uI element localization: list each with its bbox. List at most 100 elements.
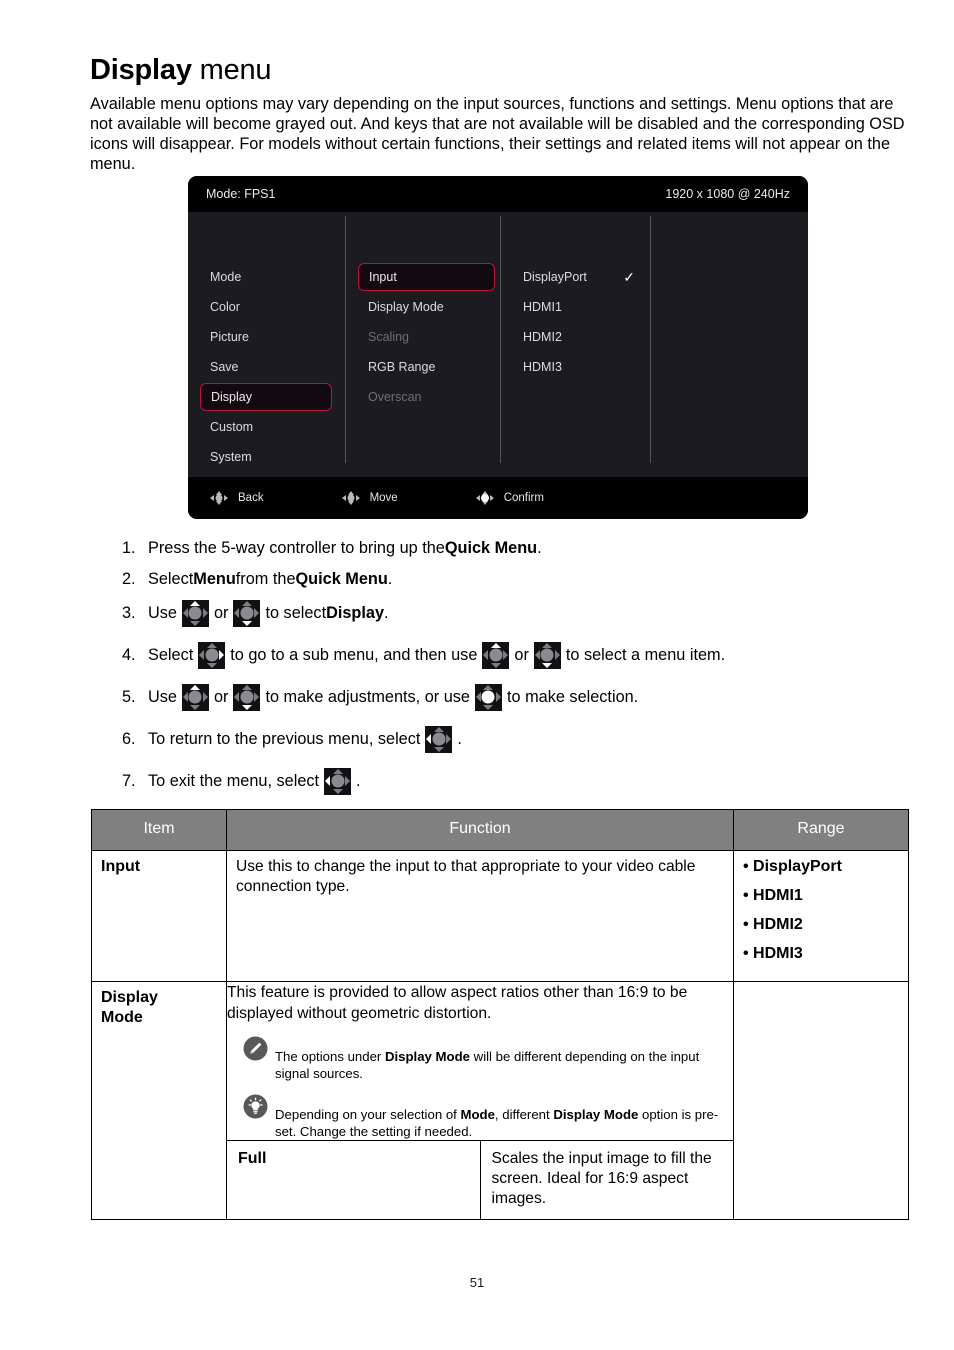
step-2: 2. Select Menu from the Quick Menu.	[122, 567, 912, 591]
lightbulb-tip-icon	[243, 1094, 268, 1119]
controller-left-icon	[324, 767, 352, 795]
controller-up-icon	[482, 641, 510, 669]
osd-menu-item-system[interactable]: System	[210, 444, 252, 470]
step-5-part-2: or	[213, 687, 229, 706]
range-option-hdmi2: HDMI2	[743, 915, 899, 935]
step-1: 1. Press the 5-way controller to bring u…	[122, 536, 912, 560]
step-3-part-0: Use	[148, 603, 177, 622]
osd-option-hdmi1[interactable]: HDMI1	[523, 294, 562, 320]
osd-footer-move-label: Move	[369, 492, 398, 504]
osd-footer-move[interactable]: Move	[341, 491, 398, 505]
row-display-mode-item: Display Mode	[91, 981, 227, 1220]
step-4-part-4: or	[514, 645, 529, 664]
row-display-mode-range	[733, 981, 909, 1220]
step-2-part-0: Select	[148, 569, 194, 588]
step-1-number: 1.	[122, 538, 136, 557]
step-5-part-0: Use	[148, 687, 177, 706]
osd-resolution-label: 1920 x 1080 @ 240Hz	[665, 187, 790, 201]
pencil-note-icon	[243, 1036, 268, 1061]
step-4-number: 4.	[122, 645, 136, 664]
note-lightbulb-part-2: , different	[494, 1107, 554, 1122]
osd-menu-item-color[interactable]: Color	[210, 294, 240, 320]
osd-menu-item-save[interactable]: Save	[210, 354, 239, 380]
page-number: 51	[469, 1275, 485, 1290]
step-3-number: 3.	[122, 603, 136, 622]
step-7-text: To exit the menu, select .	[148, 767, 361, 795]
osd-titlebar: Mode: FPS1 1920 x 1080 @ 240Hz	[188, 176, 808, 212]
controller-down-icon	[233, 599, 261, 627]
step-1-text: Press the 5-way controller to bring up t…	[148, 538, 542, 559]
display-mode-subrow-full: Full Scales the input image to fill the …	[227, 1140, 733, 1219]
osd-footer-back[interactable]: Back	[210, 491, 264, 505]
note-pencil-text: The options under Display Mode will be d…	[275, 1038, 733, 1082]
osd-option-hdmi2[interactable]: HDMI2	[523, 324, 562, 350]
osd-submenu-item-display-mode[interactable]: Display Mode	[368, 294, 444, 320]
osd-screenshot: Mode: FPS1 1920 x 1080 @ 240Hz Mode Colo…	[188, 176, 808, 519]
osd-footer-confirm[interactable]: Confirm	[475, 491, 544, 505]
step-5-part-4: to make adjustments, or use	[265, 687, 470, 706]
osd-menu-item-mode[interactable]: Mode	[210, 264, 241, 290]
osd-submenu-item-input-label: Input	[369, 270, 397, 284]
step-7: 7. To exit the menu, select .	[122, 766, 912, 796]
step-4-text: Select to go to a sub menu, and then use…	[148, 641, 725, 669]
range-option-displayport: DisplayPort	[743, 857, 899, 877]
osd-menu-item-display-selected[interactable]: Display	[200, 383, 332, 411]
step-6: 6. To return to the previous menu, selec…	[122, 724, 912, 754]
table-header-item: Item	[91, 809, 227, 851]
five-way-controller-press-icon	[475, 491, 494, 505]
range-option-hdmi3: HDMI3	[743, 944, 899, 964]
step-3-part-2: or	[213, 603, 229, 622]
row-display-mode-function: This feature is provided to allow aspect…	[227, 984, 688, 1022]
row-display-mode-function-cell: This feature is provided to allow aspect…	[226, 981, 734, 1220]
controller-right-icon	[198, 641, 226, 669]
step-5-part-6: to make selection.	[506, 687, 639, 706]
page-title-normal: menu	[191, 54, 272, 87]
step-3-text: Use or to select Display.	[148, 599, 389, 627]
note-pencil-part-0: The options under	[275, 1049, 385, 1064]
osd-mode-label: Mode: FPS1	[206, 187, 276, 201]
display-mode-description-cell: This feature is provided to allow aspect…	[227, 982, 733, 1141]
note-pencil: The options under Display Mode will be d…	[227, 1036, 733, 1082]
step-6-number: 6.	[122, 729, 136, 748]
step-6-part-0: To return to the previous menu, select	[148, 729, 421, 748]
osd-submenu-item-input-selected[interactable]: Input	[358, 263, 495, 291]
step-6-text: To return to the previous menu, select .	[148, 725, 462, 753]
note-lightbulb-part-3: Display Mode	[553, 1107, 639, 1122]
step-2-part-1: Menu	[193, 569, 236, 588]
instruction-steps: 1. Press the 5-way controller to bring u…	[122, 536, 912, 808]
step-7-part-2: .	[356, 771, 361, 790]
controller-left-icon	[425, 725, 453, 753]
row-input-item: Input	[91, 850, 227, 982]
controller-press-icon	[474, 683, 502, 711]
step-3-part-4: to select	[265, 603, 327, 622]
step-7-number: 7.	[122, 771, 136, 790]
osd-submenu-item-rgb-range[interactable]: RGB Range	[368, 354, 435, 380]
settings-table: Item Function Range Input Use this to ch…	[91, 809, 909, 1220]
subrow-full-desc: Scales the input image to fill the scree…	[480, 1140, 733, 1219]
step-6-part-2: .	[457, 729, 462, 748]
step-5-text: Use or to make adjustments, or use to ma…	[148, 683, 639, 711]
row-input-function: Use this to change the input to that app…	[226, 850, 734, 982]
step-3-part-5: Display	[326, 603, 385, 622]
note-pencil-part-1: Display Mode	[384, 1049, 470, 1064]
osd-menu-item-picture[interactable]: Picture	[210, 324, 249, 350]
osd-footer: Back Move Confirm	[188, 477, 808, 519]
step-3-part-6: .	[384, 603, 389, 622]
step-1-part-1: Quick Menu	[444, 538, 538, 557]
osd-submenu-item-overscan: Overscan	[368, 390, 422, 404]
osd-option-displayport-label: DisplayPort	[523, 270, 587, 284]
osd-submenu-item-scaling: Scaling	[368, 330, 409, 344]
table-row-input: Input Use this to change the input to th…	[91, 850, 909, 982]
table-header-range: Range	[733, 809, 909, 851]
note-lightbulb-text: Depending on your selection of Mode, dif…	[275, 1096, 733, 1140]
table-header-function: Function	[226, 809, 734, 851]
controller-up-icon	[181, 683, 209, 711]
step-1-part-2: .	[537, 538, 542, 557]
step-2-part-2: from the	[235, 569, 296, 588]
row-display-mode-item-line2: Mode	[101, 1009, 143, 1026]
osd-menu-item-custom[interactable]: Custom	[210, 414, 253, 440]
controller-down-icon	[233, 683, 261, 711]
osd-option-hdmi3[interactable]: HDMI3	[523, 354, 562, 380]
table-header-row: Item Function Range	[91, 809, 909, 851]
osd-option-displayport[interactable]: DisplayPort ✓	[523, 264, 635, 290]
